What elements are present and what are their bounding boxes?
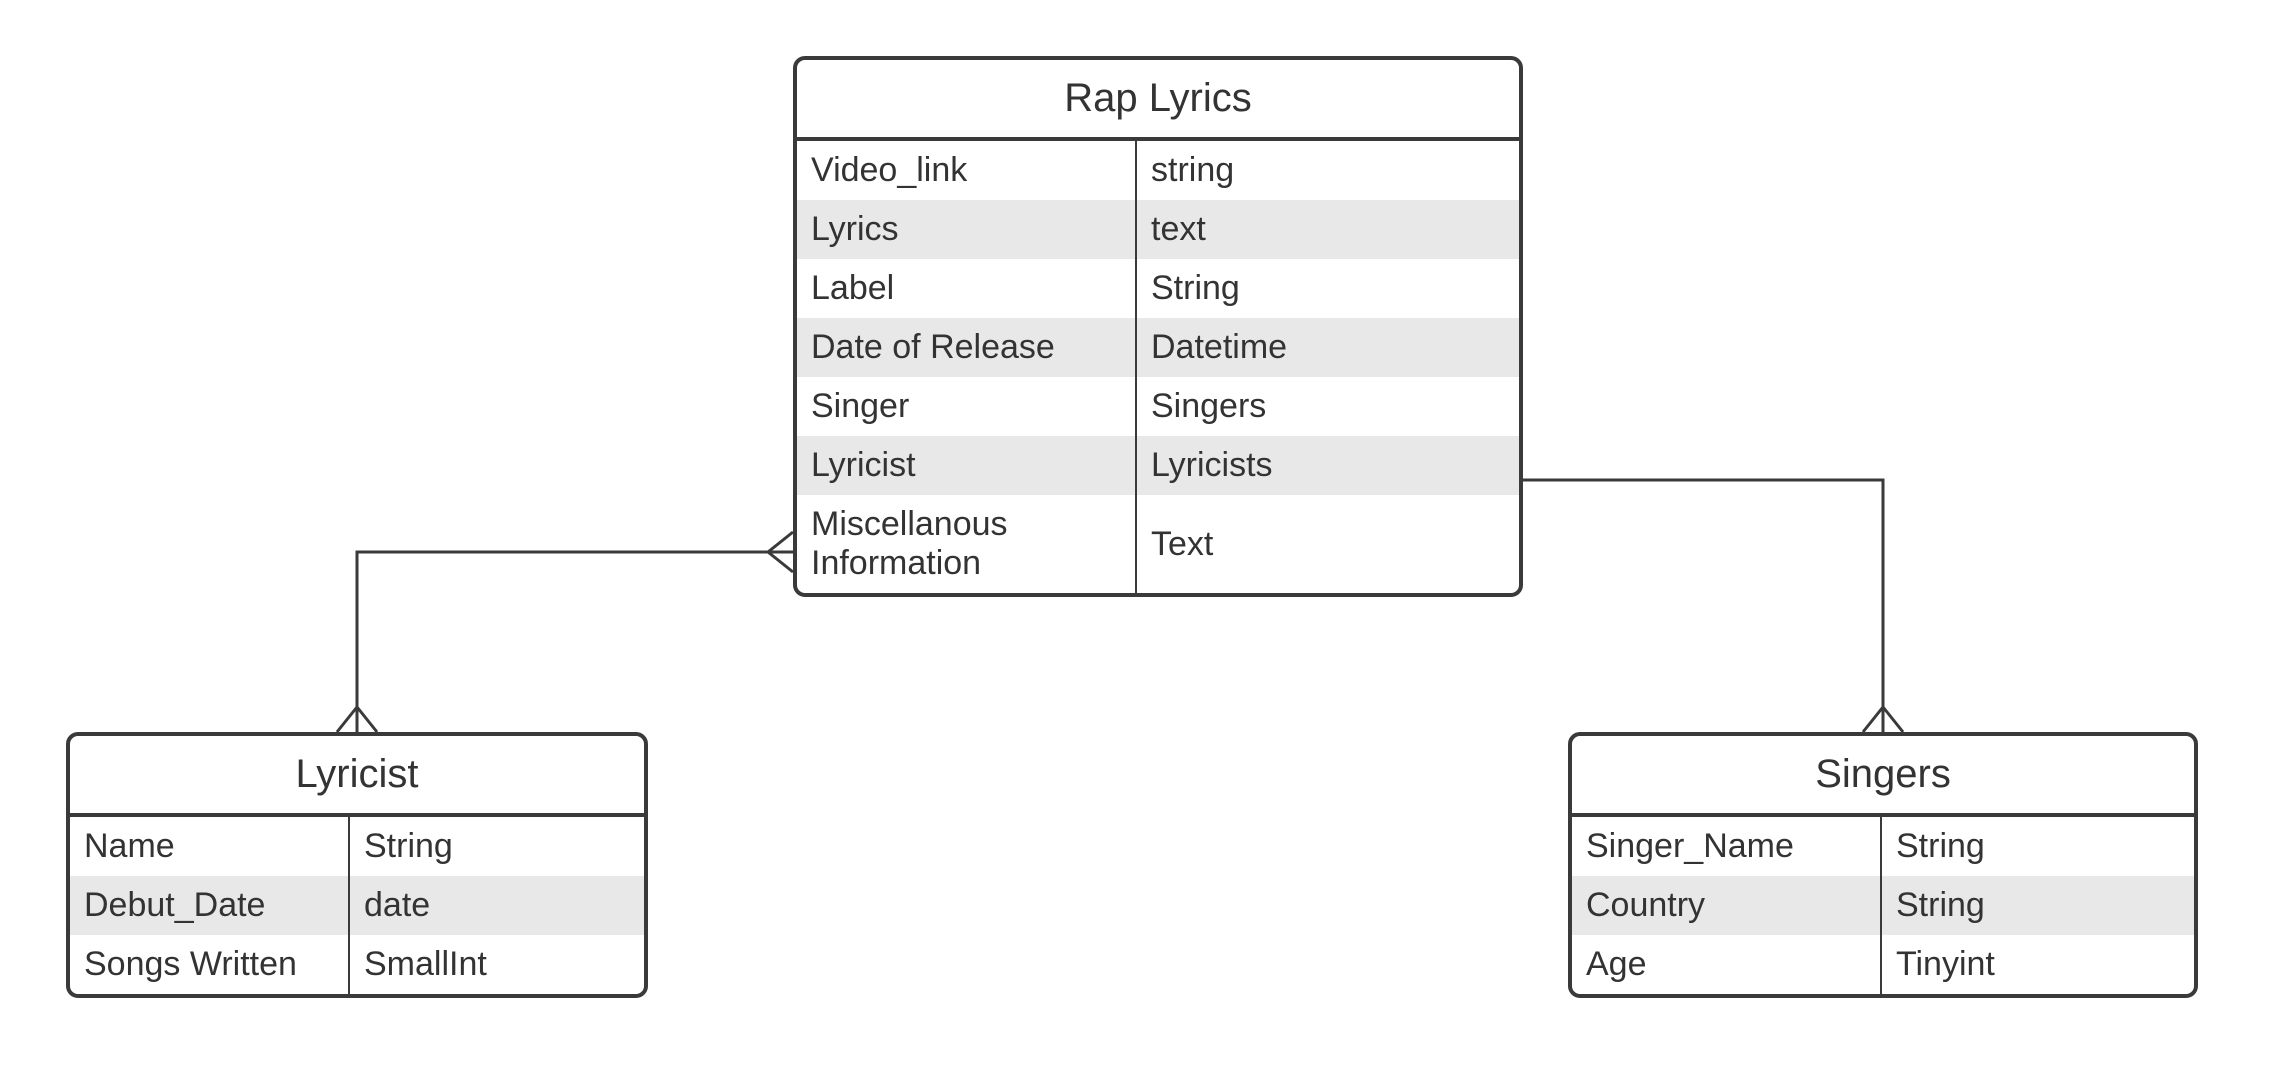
attr-type: SmallInt — [350, 935, 644, 994]
attr-name: Songs Written — [70, 935, 350, 994]
attr-type: Singers — [1137, 377, 1519, 436]
entity-rap-lyrics: Rap Lyrics Video_link string Lyrics text… — [793, 56, 1523, 597]
entity-row: Lyrics text — [797, 200, 1519, 259]
attr-type: Lyricists — [1137, 436, 1519, 495]
entity-row: Name String — [70, 817, 644, 876]
attr-name: Lyricist — [797, 436, 1137, 495]
entity-row: Songs Written SmallInt — [70, 935, 644, 994]
entity-row: Date of Release Datetime — [797, 318, 1519, 377]
entity-title: Lyricist — [70, 736, 644, 817]
entity-title: Singers — [1572, 736, 2194, 817]
entity-row: Singer Singers — [797, 377, 1519, 436]
attr-name: Country — [1572, 876, 1882, 935]
attr-type: Text — [1137, 495, 1519, 593]
attr-type: String — [350, 817, 644, 876]
entity-rows: Video_link string Lyrics text Label Stri… — [797, 141, 1519, 593]
attr-type: string — [1137, 141, 1519, 200]
entity-rows: Singer_Name String Country String Age Ti… — [1572, 817, 2194, 994]
entity-row: Miscellanous Information Text — [797, 495, 1519, 593]
entity-row: Video_link string — [797, 141, 1519, 200]
attr-name: Date of Release — [797, 318, 1137, 377]
attr-name: Name — [70, 817, 350, 876]
entity-row: Singer_Name String — [1572, 817, 2194, 876]
attr-name: Miscellanous Information — [797, 495, 1137, 593]
attr-type: String — [1882, 876, 2194, 935]
attr-type: Tinyint — [1882, 935, 2194, 994]
entity-title: Rap Lyrics — [797, 60, 1519, 141]
attr-name: Singer_Name — [1572, 817, 1882, 876]
attr-name: Debut_Date — [70, 876, 350, 935]
attr-name: Video_link — [797, 141, 1137, 200]
attr-name: Age — [1572, 935, 1882, 994]
entity-singers: Singers Singer_Name String Country Strin… — [1568, 732, 2198, 998]
attr-name: Singer — [797, 377, 1137, 436]
entity-row: Label String — [797, 259, 1519, 318]
entity-row: Age Tinyint — [1572, 935, 2194, 994]
entity-row: Lyricist Lyricists — [797, 436, 1519, 495]
attr-type: Datetime — [1137, 318, 1519, 377]
attr-type: String — [1882, 817, 2194, 876]
entity-lyricist: Lyricist Name String Debut_Date date Son… — [66, 732, 648, 998]
entity-row: Debut_Date date — [70, 876, 644, 935]
attr-type: text — [1137, 200, 1519, 259]
attr-name: Label — [797, 259, 1137, 318]
entity-rows: Name String Debut_Date date Songs Writte… — [70, 817, 644, 994]
attr-type: String — [1137, 259, 1519, 318]
entity-row: Country String — [1572, 876, 2194, 935]
attr-name: Lyrics — [797, 200, 1137, 259]
attr-type: date — [350, 876, 644, 935]
